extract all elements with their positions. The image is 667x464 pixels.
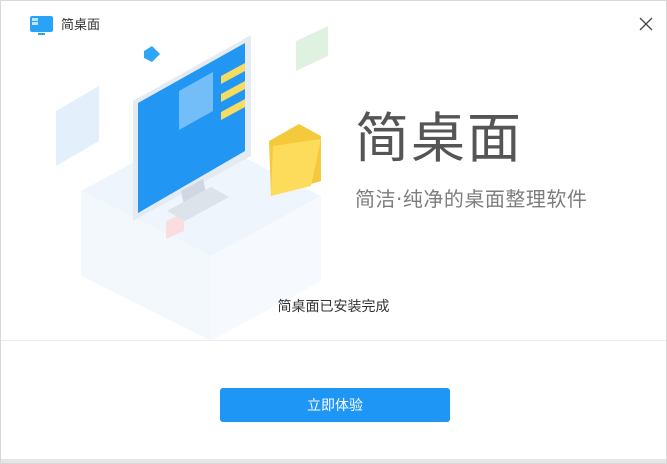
install-status-text: 简桌面已安装完成 — [277, 299, 390, 315]
try-now-button[interactable]: 立即体验 — [220, 388, 450, 422]
hero-subtitle: 简洁·纯净的桌面整理软件 — [355, 187, 588, 211]
hero-title: 简桌面 — [355, 107, 523, 170]
divider — [1, 340, 666, 341]
close-button[interactable] — [632, 10, 660, 38]
close-icon — [639, 17, 653, 31]
desktop-illustration — [56, 26, 328, 341]
installer-window: 简桌面 简桌面 简洁·纯净的桌面整理软件 简桌面已安装完成 立即体验 — [0, 0, 667, 464]
bottom-border — [1, 459, 666, 463]
